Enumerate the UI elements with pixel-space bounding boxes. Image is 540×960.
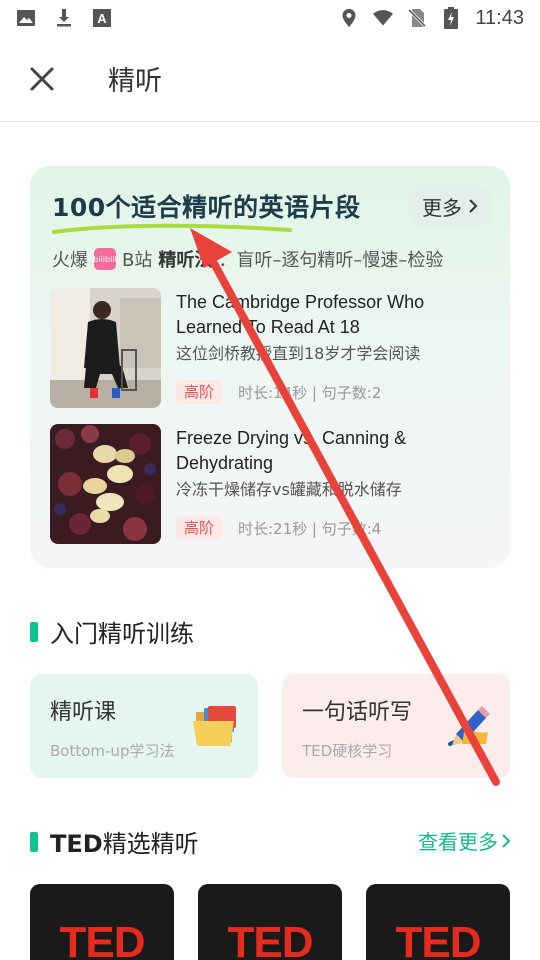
featured-subtitle: 火爆 bilibili B站 精听法 ：盲听–逐句精听–慢速–检验 (52, 246, 443, 272)
ted-logo: TED (59, 918, 146, 960)
clip-item[interactable]: The Cambridge Professor Who Learned To R… (50, 288, 500, 408)
section-accent-bar (30, 831, 38, 852)
more-label: 更多 (422, 195, 462, 220)
clip-subtitle: 冷冻干燥储存vs罐藏和脱水储存 (176, 480, 402, 499)
image-icon (16, 8, 36, 28)
sub-prefix: 火爆 (52, 250, 88, 271)
clip-title: The Cambridge Professor Who Learned To R… (176, 292, 425, 337)
training-section-header: 入门精听训练 (30, 614, 194, 649)
ted-video-card[interactable]: TED (30, 884, 174, 960)
status-bar: A 11:43 (0, 0, 540, 36)
ted-section-header: TED精选精听 (30, 824, 199, 859)
ted-title-bold: TED (50, 830, 103, 858)
clip-thumbnail (50, 288, 161, 408)
card-subtitle: TED硬核学习 (302, 742, 393, 760)
dictation-card[interactable]: 一句话听写 TED硬核学习 (282, 674, 510, 778)
ted-title-rest: 精选精听 (102, 830, 199, 858)
sub-source: B站 (122, 250, 153, 271)
wifi-icon (373, 8, 394, 28)
featured-title: 100个适合精听的英语片段 (52, 193, 361, 222)
featured-clips-card: 100个适合精听的英语片段 更多 火爆 bilibili B站 精听法 ：盲听–逐句… (30, 166, 510, 568)
ted-logo: TED (395, 918, 482, 960)
title-underline-decoration (52, 223, 292, 234)
close-icon (30, 67, 54, 90)
section-accent-bar (30, 621, 38, 642)
training-section-title: 入门精听训练 (50, 620, 194, 648)
clip-title: Freeze Drying vs. Canning & Dehydrating (176, 428, 407, 473)
clip-meta: 时长:21秒 | 句子数:4 (238, 520, 382, 538)
clip-meta: 时长:14秒 | 句子数:2 (238, 384, 382, 402)
top-app-bar: 精听 (0, 36, 540, 122)
bilibili-logo-icon: bilibili (93, 248, 117, 270)
ted-video-card[interactable]: TED (198, 884, 342, 960)
status-time: 11:43 (475, 6, 524, 29)
page-title: 精听 (108, 66, 162, 97)
battery-charging-icon (441, 7, 461, 29)
see-more-link[interactable]: 查看更多 (418, 826, 510, 855)
font-a-icon: A (92, 8, 112, 28)
clip-item[interactable]: Freeze Drying vs. Canning & Dehydrating … (50, 424, 500, 544)
location-icon (339, 8, 359, 28)
see-more-label: 查看更多 (418, 830, 498, 854)
folder-icon (193, 706, 236, 746)
download-icon (54, 8, 74, 28)
no-sim-icon (407, 8, 427, 28)
close-button[interactable] (12, 49, 72, 109)
card-subtitle: Bottom-up学习法 (50, 742, 175, 760)
ted-logo: TED (227, 918, 314, 960)
chevron-right-icon (469, 199, 478, 213)
intensive-course-card[interactable]: 精听课 Bottom-up学习法 (30, 674, 258, 778)
clip-subtitle: 这位剑桥教授直到18岁才学会阅读 (176, 344, 421, 363)
ted-section-title: TED精选精听 (50, 824, 199, 859)
level-tag: 高阶 (176, 516, 223, 540)
featured-title-wrap: 100个适合精听的英语片段 (52, 188, 361, 234)
clip-thumbnail (50, 424, 161, 544)
card-title: 精听课 (50, 700, 117, 725)
sub-steps: ：盲听–逐句精听–慢速–检验 (218, 250, 444, 271)
pencil-writing-icon (448, 706, 490, 746)
level-tag: 高阶 (176, 380, 223, 404)
svg-text:A: A (97, 11, 107, 26)
card-title: 一句话听写 (302, 700, 413, 725)
chevron-right-icon (502, 833, 510, 848)
ted-video-card[interactable]: TED (366, 884, 510, 960)
sub-method: 精听法 (158, 250, 213, 271)
more-button[interactable]: 更多 (408, 186, 492, 226)
